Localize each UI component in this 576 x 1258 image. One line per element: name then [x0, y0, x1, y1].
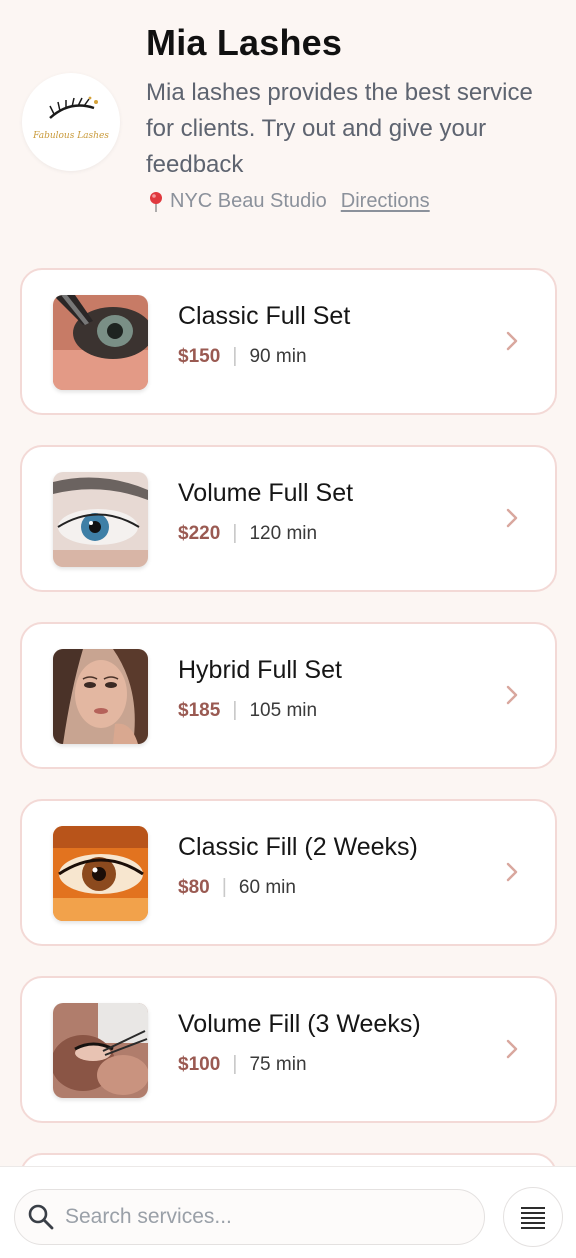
app-page: Fabulous Lashes Mia Lashes Mia lashes pr… [0, 0, 576, 1258]
chevron-right-icon[interactable] [505, 507, 519, 529]
bottom-search-bar [0, 1166, 576, 1258]
service-card[interactable]: Classic Fill (2 Weeks) $80 | 60 min [20, 799, 557, 946]
blue-eye-closeup-image [53, 472, 148, 567]
service-price: $220 [178, 522, 221, 544]
brown-eye-closeup-image [53, 826, 148, 921]
service-duration: 90 min [249, 345, 307, 367]
service-price: $150 [178, 345, 221, 367]
business-description: Mia lashes provides the best service for… [146, 79, 533, 178]
service-name: Hybrid Full Set [178, 656, 342, 684]
meta-divider: | [232, 699, 238, 721]
service-meta: $185 | 105 min [178, 699, 317, 722]
service-name: Classic Fill (2 Weeks) [178, 833, 418, 861]
service-meta: $100 | 75 min [178, 1053, 307, 1076]
service-thumbnail [53, 649, 148, 744]
menu-button[interactable] [503, 1187, 563, 1247]
service-duration: 120 min [249, 522, 318, 544]
service-name: Volume Full Set [178, 479, 354, 507]
lash-tweezers-image [53, 1003, 148, 1098]
menu-lines-icon [521, 1207, 545, 1229]
chevron-right-icon[interactable] [505, 1038, 519, 1060]
service-card[interactable]: Volume Fill (3 Weeks) $100 | 75 min [20, 976, 557, 1123]
business-header: Fabulous Lashes Mia Lashes Mia lashes pr… [0, 0, 576, 240]
service-thumbnail [53, 1003, 148, 1098]
location-row: NYC Beau Studio Directions [148, 190, 430, 213]
service-name: Volume Fill (3 Weeks) [178, 1010, 421, 1038]
woman-portrait-image [53, 649, 148, 744]
service-price: $185 [178, 699, 221, 721]
pin-icon [150, 191, 162, 212]
service-thumbnail [53, 826, 148, 921]
logo-text: Fabulous Lashes [32, 131, 109, 141]
meta-divider: | [232, 345, 238, 367]
service-name: Classic Full Set [178, 302, 351, 330]
eye-closeup-application-image [53, 295, 148, 390]
service-meta: $220 | 120 min [178, 522, 317, 545]
search-input[interactable] [65, 1205, 465, 1229]
service-meta: $80 | 60 min [178, 876, 296, 899]
meta-divider: | [232, 1053, 238, 1075]
service-price: $100 [178, 1053, 221, 1075]
service-card[interactable]: Hybrid Full Set $185 | 105 min [20, 622, 557, 769]
logo-lashes-icon: Fabulous Lashes [32, 96, 109, 141]
business-name: Mia Lashes [146, 22, 343, 63]
location-label: NYC Beau Studio [170, 190, 327, 212]
chevron-right-icon[interactable] [505, 861, 519, 883]
service-duration: 105 min [249, 699, 318, 721]
service-card[interactable]: Classic Full Set $150 | 90 min [20, 268, 557, 415]
directions-link[interactable]: Directions [341, 190, 430, 213]
search-icon [28, 1204, 54, 1230]
meta-divider: | [221, 876, 227, 898]
search-field[interactable] [14, 1189, 485, 1245]
chevron-right-icon[interactable] [505, 684, 519, 706]
service-duration: 60 min [238, 876, 296, 898]
service-thumbnail [53, 295, 148, 390]
service-card[interactable]: Volume Full Set $220 | 120 min [20, 445, 557, 592]
service-duration: 75 min [249, 1053, 307, 1075]
service-price: $80 [178, 876, 210, 898]
business-logo: Fabulous Lashes [22, 73, 120, 171]
service-thumbnail [53, 472, 148, 567]
meta-divider: | [232, 522, 238, 544]
service-meta: $150 | 90 min [178, 345, 307, 368]
chevron-right-icon[interactable] [505, 330, 519, 352]
